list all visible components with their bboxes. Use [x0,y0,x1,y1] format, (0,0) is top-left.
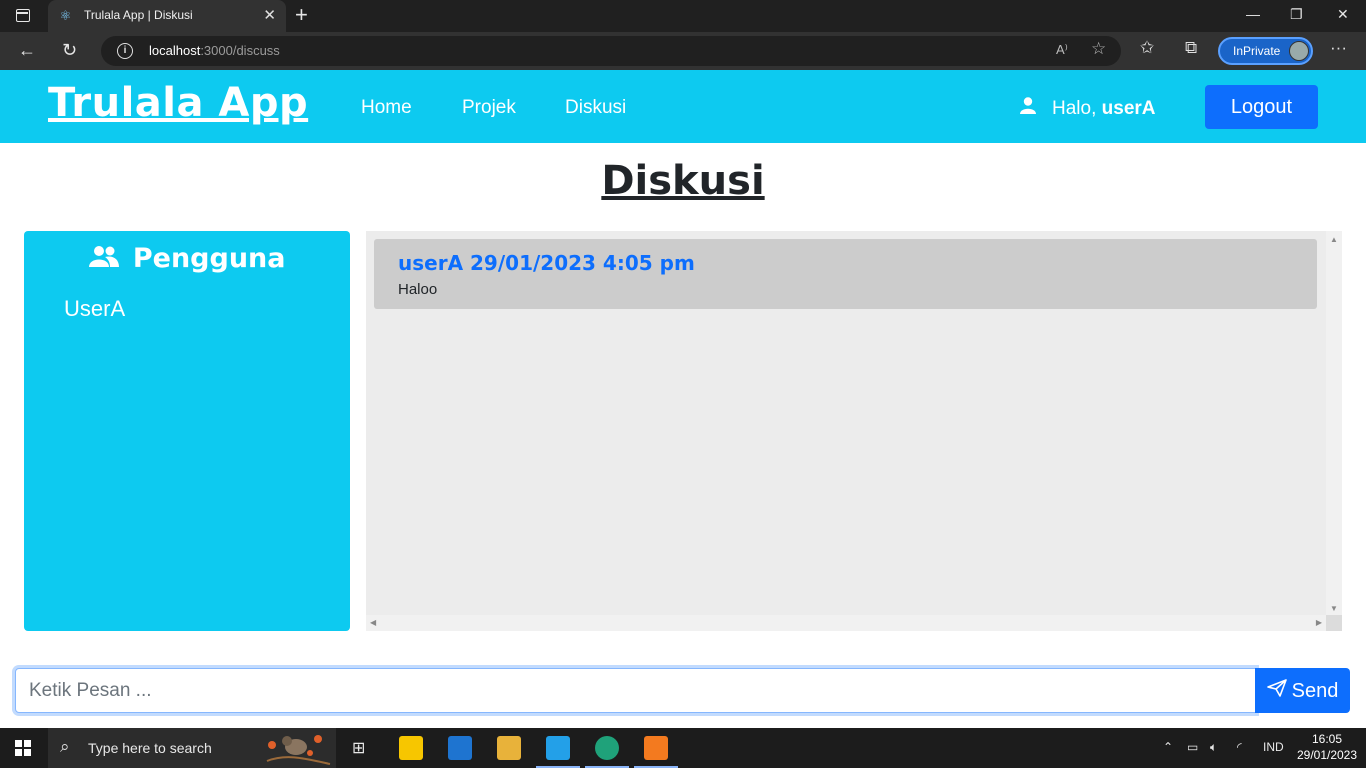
message-meta: userA 29/01/2023 4:05 pm [398,251,695,275]
clock-date: 29/01/2023 [1296,748,1358,762]
clock[interactable]: 16:05 29/01/2023 [1296,731,1358,763]
refresh-icon[interactable]: ↻ [62,40,77,61]
task-view-icon[interactable]: ⊞ [352,738,365,758]
vscode-icon[interactable] [546,736,570,760]
username: userA [1101,98,1156,119]
xampp-icon[interactable] [644,736,668,760]
new-tab-icon[interactable]: + [295,2,308,28]
scrollbar-corner [1326,615,1342,631]
user-icon [1020,97,1038,119]
url-text: localhost:3000/discuss [149,43,280,58]
inprivate-label: InPrivate [1233,44,1281,58]
users-heading: Pengguna [24,243,350,274]
favorites-icon[interactable]: ✩ [1140,38,1154,58]
send-icon [1266,678,1287,702]
inprivate-badge[interactable]: InPrivate [1218,37,1313,65]
horizontal-scrollbar[interactable]: ◀ ▶ [366,615,1326,631]
mail-icon[interactable] [448,736,472,760]
greeting-text: Halo, [1052,98,1102,119]
windows-start-icon[interactable] [15,740,31,756]
page-title: Diskusi [601,158,765,204]
browser-tab-bar: ⚛ Trulala App | Diskusi ✕ + — ❐ ✕ [0,0,1366,32]
close-tab-icon[interactable]: ✕ [263,6,276,24]
add-favorite-icon[interactable]: ☆ [1091,39,1106,59]
profile-avatar [1289,41,1309,61]
network-icon[interactable]: ◜ [1237,740,1242,754]
message-item: userA 29/01/2023 4:05 pm Haloo [374,239,1317,309]
scroll-up-icon[interactable]: ▲ [1330,235,1338,244]
nav-diskusi[interactable]: Diskusi [565,97,626,119]
scroll-right-icon[interactable]: ▶ [1316,618,1322,627]
browser-tab[interactable]: ⚛ Trulala App | Diskusi ✕ [48,0,286,32]
user-list-item[interactable]: UserA [64,296,125,322]
language-indicator[interactable]: IND [1263,740,1284,754]
close-window-icon[interactable]: ✕ [1337,6,1349,23]
show-hidden-icons-icon[interactable]: ⌃ [1163,740,1173,754]
taskbar-search[interactable]: ⌕ Type here to search [48,728,336,768]
chat-messages[interactable]: userA 29/01/2023 4:05 pm Haloo ▲ ▼ ◀ ▶ [366,231,1342,631]
read-aloud-icon[interactable]: A⁾ [1056,42,1068,58]
message-input[interactable] [15,668,1256,713]
logout-button[interactable]: Logout [1205,85,1318,129]
app-navbar: Trulala App Home Projek Diskusi Halo, us… [0,70,1366,143]
address-bar[interactable]: i localhost:3000/discuss A⁾ ☆ [101,36,1121,66]
tab-title: Trulala App | Diskusi [84,8,193,22]
send-button[interactable]: Send [1255,668,1350,713]
user-greeting: Halo, userA [1020,97,1156,120]
users-heading-label: Pengguna [132,243,286,274]
brand-link[interactable]: Trulala App [48,80,308,126]
address-bar-row: ← ↻ i localhost:3000/discuss A⁾ ☆ ✩ ⧉ In… [0,32,1366,70]
edge-icon[interactable] [595,736,619,760]
users-panel: Pengguna UserA [24,231,350,631]
windows-taskbar: ⌕ Type here to search ⊞ ⌃ ▭ 🔈︎ ◜ IND 16:… [0,728,1366,768]
sticky-notes-icon[interactable] [399,736,423,760]
nav-home[interactable]: Home [361,97,412,119]
more-menu-icon[interactable]: ··· [1330,38,1347,58]
nav-projek[interactable]: Projek [462,97,516,119]
clock-time: 16:05 [1311,732,1343,746]
file-explorer-icon[interactable] [497,736,521,760]
users-icon [88,245,127,273]
tab-actions-icon[interactable] [16,9,30,22]
restore-icon[interactable]: ❐ [1290,6,1303,23]
minimize-icon[interactable]: — [1246,6,1260,22]
battery-icon[interactable]: ▭ [1187,740,1198,754]
message-text: Haloo [398,281,438,298]
search-placeholder: Type here to search [88,740,212,756]
collections-icon[interactable]: ⧉ [1185,38,1197,58]
vertical-scrollbar[interactable]: ▲ ▼ [1326,231,1342,615]
volume-icon[interactable]: 🔈︎ [1210,740,1217,755]
back-icon[interactable]: ← [18,40,36,61]
site-info-icon[interactable]: i [117,43,133,59]
search-highlight-bird-icon [266,735,331,765]
scroll-down-icon[interactable]: ▼ [1330,604,1338,613]
scroll-left-icon[interactable]: ◀ [370,618,376,627]
search-icon: ⌕ [60,737,70,756]
react-favicon-icon: ⚛ [59,8,72,23]
send-label: Send [1291,679,1339,702]
